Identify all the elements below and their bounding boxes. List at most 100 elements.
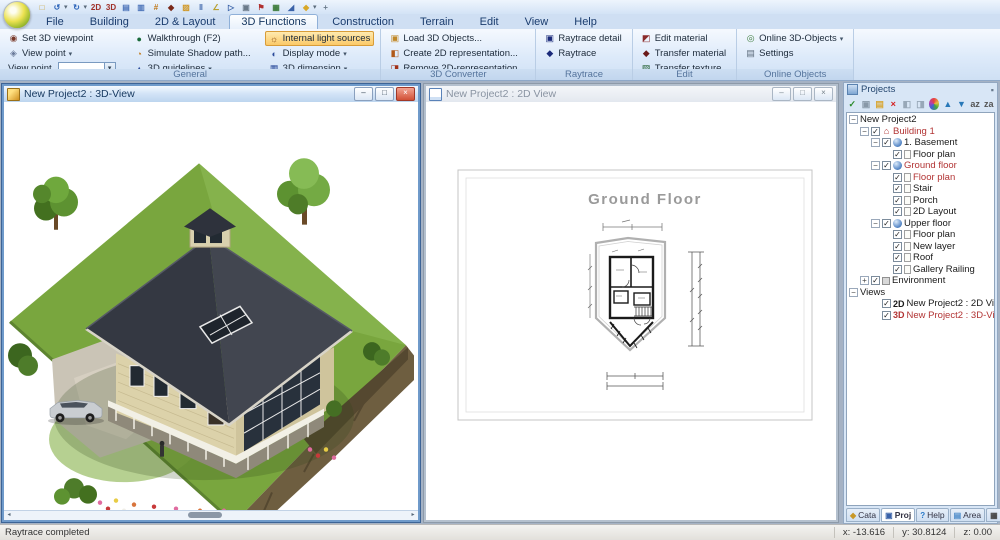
window-2d-titlebar[interactable]: New Project2 : 2D View – □ ×	[426, 86, 836, 102]
checkbox[interactable]: ✓	[893, 184, 902, 193]
checkbox[interactable]: ✓	[893, 253, 902, 262]
ribbon-button-internal-light-sources[interactable]: ☼Internal light sources	[265, 31, 375, 46]
2d-viewport[interactable]: Ground Floor	[426, 102, 836, 520]
undo-icon[interactable]: ↺	[51, 2, 63, 13]
undo-dropdown-icon[interactable]: ▾	[64, 3, 68, 11]
ribbon-button-set-3d-viewpoint[interactable]: ◉Set 3D viewpoint	[4, 31, 120, 46]
collapse-icon[interactable]: −	[849, 115, 858, 124]
ribbon-button-load-3d-objects[interactable]: ▣Load 3D Objects...	[385, 31, 529, 46]
delete-icon[interactable]: ×	[888, 98, 899, 110]
panel-tab-help[interactable]: ?Help	[916, 508, 948, 522]
table-tool-icon[interactable]: ▦	[270, 2, 282, 13]
ribbon-button-display-mode[interactable]: ◐Display mode▾	[265, 46, 375, 61]
restore-button[interactable]: □	[375, 87, 394, 101]
menu-tab-view[interactable]: View	[513, 14, 561, 29]
checkbox[interactable]: ✓	[893, 242, 902, 251]
tree-item-2d-layout[interactable]: ✓2D Layout	[847, 206, 994, 218]
tree-item-views[interactable]: −Views	[847, 287, 994, 299]
menu-tab-construction[interactable]: Construction	[320, 14, 406, 29]
collapse-icon[interactable]: −	[871, 138, 880, 147]
paste-icon[interactable]: ◨	[915, 98, 926, 110]
collapse-icon[interactable]: −	[871, 161, 880, 170]
tree-item-floor-plan[interactable]: ✓Floor plan	[847, 172, 994, 184]
menu-tab-edit[interactable]: Edit	[468, 14, 511, 29]
panel-tab-proj[interactable]: ▣Proj	[881, 508, 915, 522]
menu-tab-2d-layout[interactable]: 2D & Layout	[143, 14, 228, 29]
close-button[interactable]: ×	[814, 87, 833, 101]
tree-item-roof[interactable]: ✓Roof	[847, 252, 994, 264]
tree-item-upper-floor[interactable]: −✓Upper floor	[847, 218, 994, 230]
panel-tab-area[interactable]: ▤Area	[950, 508, 986, 522]
tree-item-new-project2[interactable]: −New Project2	[847, 114, 994, 126]
menu-tab-3d-functions[interactable]: 3D Functions	[229, 14, 318, 29]
ribbon-button-walkthrough-f2[interactable]: ●Walkthrough (F2)	[130, 31, 255, 46]
grid-icon[interactable]: #	[150, 2, 162, 13]
checkbox[interactable]: ✓	[893, 230, 902, 239]
ribbon-button-view-point[interactable]: ◈View point▾	[4, 46, 120, 61]
roof-tool-icon[interactable]: ◆	[165, 2, 177, 13]
sort-asc-icon[interactable]: az	[970, 98, 981, 110]
horizontal-scrollbar[interactable]: ◂ ▸	[4, 510, 418, 520]
sort-desc-icon[interactable]: za	[983, 98, 994, 110]
ribbon-button-raytrace[interactable]: ◆Raytrace	[540, 46, 625, 61]
scroll-left-icon[interactable]: ◂	[4, 511, 14, 519]
ribbon-button-settings[interactable]: ▤Settings	[741, 46, 847, 61]
redo-dropdown-icon[interactable]: ▾	[84, 3, 88, 11]
collapse-icon[interactable]: −	[860, 127, 869, 136]
redo-icon[interactable]: ↻	[71, 2, 83, 13]
tree-item-stair[interactable]: ✓Stair	[847, 183, 994, 195]
scrollbar-thumb[interactable]	[188, 512, 222, 518]
checkbox[interactable]: ✓	[893, 265, 902, 274]
menu-tab-help[interactable]: Help	[562, 14, 609, 29]
panel-tab-cata[interactable]: ◆Cata	[846, 508, 880, 522]
more-icon[interactable]: +	[320, 2, 332, 13]
pin-icon[interactable]: ▪	[991, 85, 994, 95]
tree-item-2d-new-project2-2d-view[interactable]: ✓2DNew Project2 : 2D View	[847, 298, 994, 310]
view-2d-icon[interactable]: 2D	[90, 2, 102, 13]
checkbox[interactable]: ✓	[882, 219, 891, 228]
checkbox[interactable]: ✓	[893, 150, 902, 159]
ribbon-button-online-3d-objects[interactable]: ◎Online 3D-Objects▾	[741, 31, 847, 46]
checkbox[interactable]: ✓	[871, 127, 880, 136]
tile-horizontal-icon[interactable]: ▤	[120, 2, 132, 13]
tree-item-floor-plan[interactable]: ✓Floor plan	[847, 149, 994, 161]
folder-tool-dropdown-icon[interactable]: ▾	[313, 3, 317, 11]
panel-tab-com[interactable]: ▦Com	[986, 508, 1000, 522]
columns-tool-icon[interactable]: ‖	[195, 2, 207, 13]
collapse-icon[interactable]: −	[871, 219, 880, 228]
minimize-button[interactable]: –	[772, 87, 791, 101]
select-tool-icon[interactable]: ▷	[225, 2, 237, 13]
move-down-icon[interactable]: ▼	[956, 98, 967, 110]
copy-icon[interactable]: ◧	[902, 98, 913, 110]
color-wheel-icon[interactable]	[929, 98, 940, 110]
tree-item-new-layer[interactable]: ✓New layer	[847, 241, 994, 253]
checkbox[interactable]: ✓	[893, 196, 902, 205]
checkbox[interactable]: ✓	[882, 138, 891, 147]
menu-tab-terrain[interactable]: Terrain	[408, 14, 466, 29]
3d-viewport[interactable]: ◂ ▸	[4, 102, 418, 520]
tree-item-1-basement[interactable]: −✓1. Basement	[847, 137, 994, 149]
tree-item-ground-floor[interactable]: −✓Ground floor	[847, 160, 994, 172]
edit-project-icon[interactable]: ▣	[861, 98, 872, 110]
ribbon-button-simulate-shadow-path[interactable]: ◔Simulate Shadow path...	[130, 46, 255, 61]
checkbox[interactable]: ✓	[893, 173, 902, 182]
tile-vertical-icon[interactable]: ▥	[135, 2, 147, 13]
checkbox[interactable]: ✓	[882, 161, 891, 170]
light-tool-icon[interactable]: ▨	[180, 2, 192, 13]
apply-check-icon[interactable]: ✓	[847, 98, 858, 110]
minimize-button[interactable]: –	[354, 87, 373, 101]
ribbon-button-edit-material[interactable]: ◩Edit material	[637, 31, 730, 46]
tree-item-floor-plan[interactable]: ✓Floor plan	[847, 229, 994, 241]
tree-item-building-1[interactable]: −✓⌂Building 1	[847, 126, 994, 138]
checkbox[interactable]: ✓	[893, 207, 902, 216]
restore-button[interactable]: □	[793, 87, 812, 101]
scroll-right-icon[interactable]: ▸	[408, 511, 418, 519]
flag-tool-icon[interactable]: ⚑	[255, 2, 267, 13]
checkbox[interactable]: ✓	[882, 299, 891, 308]
tree-item-gallery-railing[interactable]: ✓Gallery Railing	[847, 264, 994, 276]
tree-item-environment[interactable]: +✓Environment	[847, 275, 994, 287]
menu-tab-file[interactable]: File	[34, 14, 76, 29]
measure-tool-icon[interactable]: ∠	[210, 2, 222, 13]
move-up-icon[interactable]: ▲	[942, 98, 953, 110]
ribbon-button-transfer-material[interactable]: ◆Transfer material	[637, 46, 730, 61]
